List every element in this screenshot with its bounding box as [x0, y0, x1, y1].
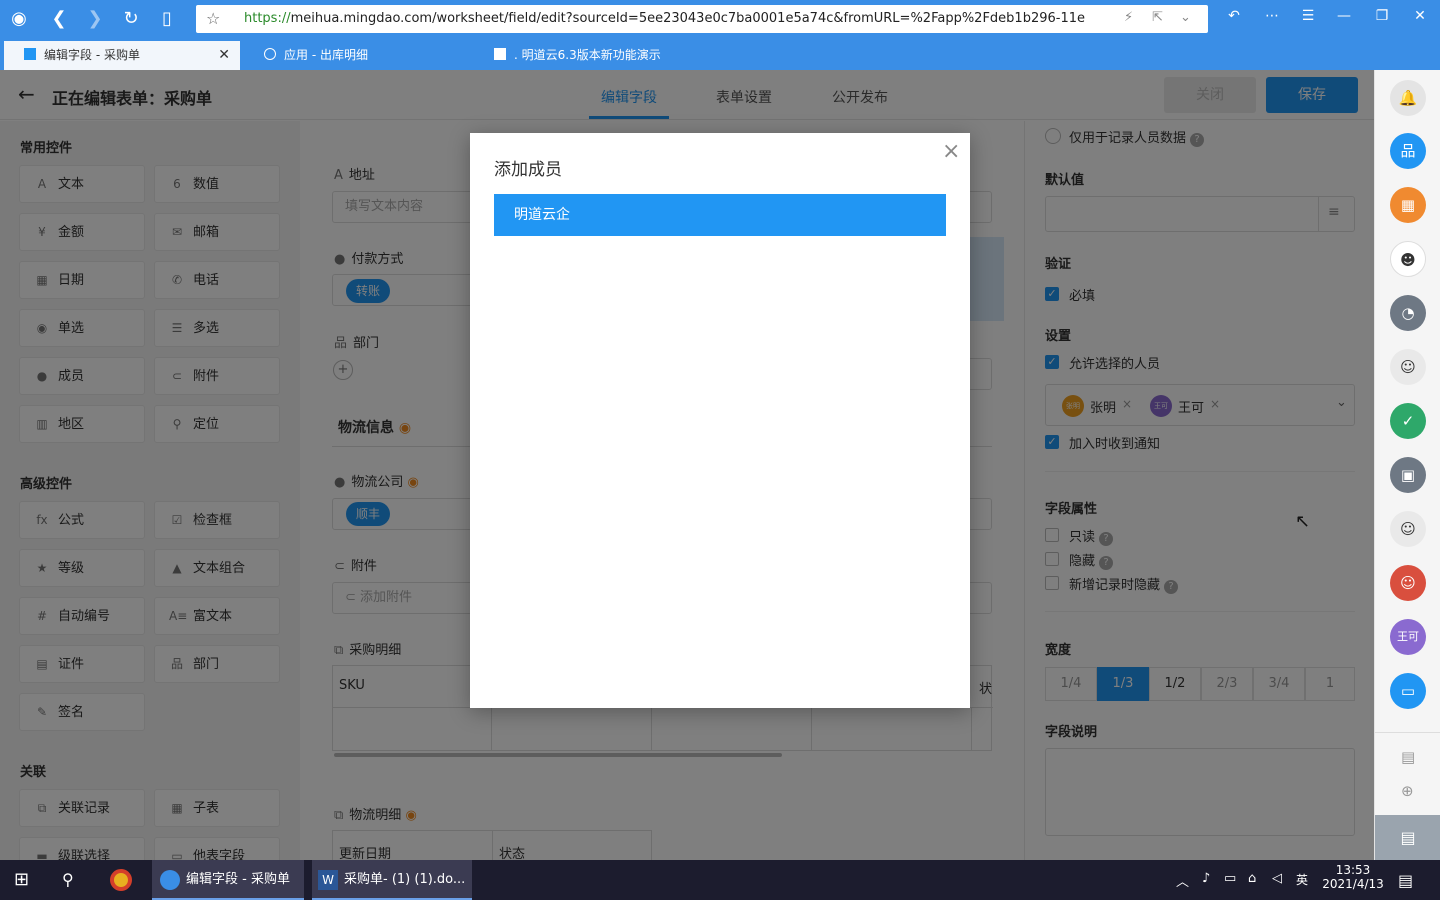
word-icon: W: [318, 869, 338, 890]
battery-icon[interactable]: ▭: [1224, 871, 1236, 886]
action-center-icon[interactable]: ▤: [1398, 871, 1413, 890]
dialog-title: 添加成员: [494, 160, 562, 180]
org-item[interactable]: 明道云企: [494, 194, 946, 236]
panda-icon[interactable]: ☻: [1390, 241, 1426, 277]
forward-icon[interactable]: ❯: [82, 6, 108, 32]
tab-bar: 编辑字段 - 采购单 ✕ 应用 - 出库明细 . 明道云6.3版本新功能演示: [0, 38, 1440, 70]
dropdown-icon[interactable]: ⌄: [1180, 10, 1191, 25]
org-chart-icon[interactable]: 品: [1390, 133, 1426, 169]
reload-icon[interactable]: ↻: [118, 6, 144, 32]
browser-logo-icon: ◉: [11, 8, 27, 29]
address-bar[interactable]: ☆ https://meihua.mingdao.com/worksheet/f…: [196, 5, 1208, 33]
network-icon[interactable]: ⌂: [1248, 871, 1256, 886]
add-circle-icon[interactable]: ⊕: [1401, 782, 1414, 800]
tab-close-icon[interactable]: ✕: [218, 41, 230, 70]
user-avatar-icon[interactable]: ☺: [1390, 565, 1426, 601]
group-avatar-icon[interactable]: ☺: [1390, 511, 1426, 547]
chrome-icon[interactable]: [110, 860, 132, 900]
taskbar-app-word[interactable]: W 采购单- (1) (1).do...: [312, 860, 472, 900]
url-protocol: https://: [244, 11, 291, 26]
divider: [1375, 732, 1440, 733]
wangke-avatar[interactable]: 王可: [1390, 619, 1426, 655]
close-icon[interactable]: ×: [942, 139, 960, 164]
more-icon[interactable]: ⋯: [1260, 8, 1284, 24]
tab-new-features[interactable]: . 明道云6.3版本新功能演示: [474, 41, 696, 70]
minimize-icon[interactable]: —: [1332, 8, 1356, 24]
taskbar-app-browser[interactable]: 编辑字段 - 采购单: [152, 860, 304, 900]
contacts-icon[interactable]: ▤: [1401, 748, 1415, 766]
add-member-dialog: 添加成员 × 明道云企: [470, 133, 970, 708]
volume-icon[interactable]: ◁: [1272, 871, 1282, 886]
window-close-icon[interactable]: ✕: [1408, 8, 1432, 24]
menu-icon[interactable]: ☰: [1296, 8, 1320, 24]
back-icon[interactable]: ❮: [46, 6, 72, 32]
ime-indicator[interactable]: 英: [1296, 871, 1308, 888]
check-task-icon[interactable]: ✓: [1390, 403, 1426, 439]
clock-time: 13:53: [1335, 863, 1371, 877]
clock[interactable]: 13:53 2021/4/13: [1320, 863, 1386, 891]
tab-outbound-detail[interactable]: 应用 - 出库明细: [244, 41, 466, 70]
browser-app-icon: [160, 869, 180, 890]
reader-icon[interactable]: ▯: [154, 6, 180, 32]
notification-icon[interactable]: ◔: [1390, 295, 1426, 331]
chat-icon[interactable]: ▭: [1390, 673, 1426, 709]
tray-chevron-icon[interactable]: ︿: [1176, 871, 1189, 890]
share-icon[interactable]: ⇱: [1152, 10, 1163, 25]
new-tab-button[interactable]: [702, 41, 732, 70]
mic-icon[interactable]: ♪: [1202, 871, 1210, 886]
app-sidebar: 🔔 品 ▦ ☻ ◔ ☺ ✓ ▣ ☺ ☺ 王可 ▭ ▤ ⊕ ▤: [1374, 70, 1440, 860]
modal-backdrop-header: [0, 70, 1374, 121]
page-icon: [494, 48, 506, 60]
bell-icon[interactable]: 🔔: [1390, 80, 1426, 116]
restore-icon[interactable]: ❐: [1370, 8, 1394, 24]
undo-icon[interactable]: ↶: [1222, 8, 1246, 24]
search-icon[interactable]: ⚲: [62, 860, 74, 900]
windows-taskbar: ⊞ ⚲ 编辑字段 - 采购单 W 采购单- (1) (1).do... ︿ ♪ ▭…: [0, 860, 1440, 900]
url-text: meihua.mingdao.com/worksheet/field/edit?…: [290, 11, 1085, 26]
globe-icon: [264, 48, 276, 60]
tab-label: 应用 - 出库明细: [284, 48, 368, 62]
mingdao-icon: [24, 48, 36, 60]
windows-start-icon[interactable]: ⊞: [14, 860, 29, 900]
tab-label: 编辑字段 - 采购单: [44, 48, 140, 62]
lightning-icon[interactable]: ⚡: [1124, 10, 1133, 25]
group-avatar-icon[interactable]: ☺: [1390, 349, 1426, 385]
briefcase-icon[interactable]: ▣: [1390, 457, 1426, 493]
tab-edit-fields[interactable]: 编辑字段 - 采购单 ✕: [4, 41, 240, 70]
collapse-sidebar-icon[interactable]: ▤: [1375, 815, 1440, 860]
browser-toolbar: ◉ ❮ ❯ ↻ ▯ ☆ https://meihua.mingdao.com/w…: [0, 0, 1440, 38]
bookmark-star-icon[interactable]: ☆: [206, 9, 220, 28]
clock-date: 2021/4/13: [1322, 877, 1384, 891]
tab-label: . 明道云6.3版本新功能演示: [514, 48, 661, 62]
apps-grid-icon[interactable]: ▦: [1390, 187, 1426, 223]
